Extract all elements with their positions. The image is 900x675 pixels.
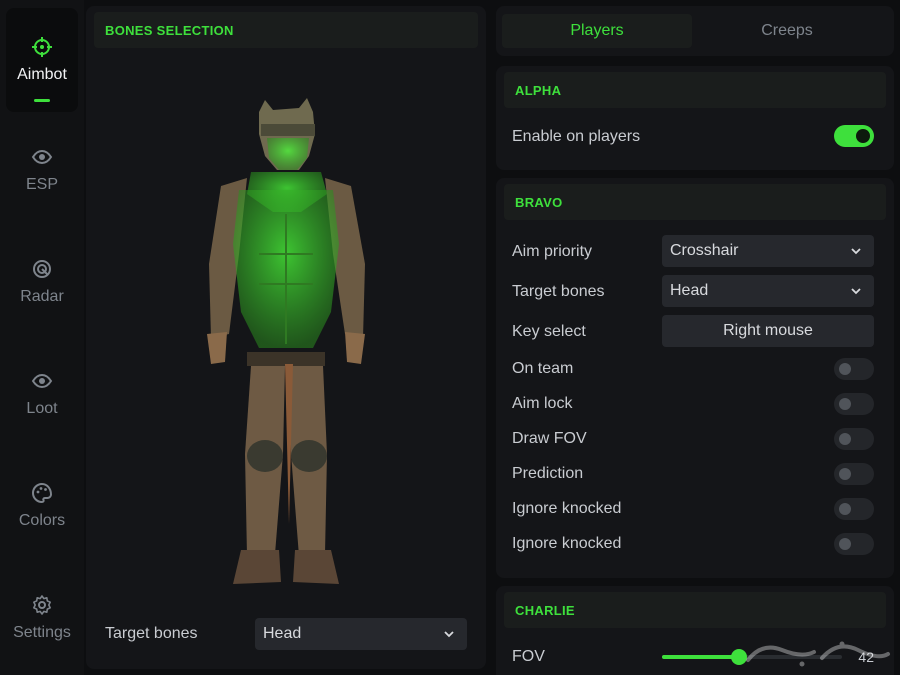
sidebar: Aimbot ESP Radar Loot Colors Settings (0, 0, 84, 675)
charlie-header: CHARLIE (504, 592, 886, 628)
toggle-knob (856, 129, 870, 143)
sidebar-item-label: Settings (13, 624, 71, 641)
character-model[interactable] (181, 94, 391, 594)
toggle-knob (839, 538, 851, 550)
toggle-knob (839, 433, 851, 445)
radar-icon (31, 258, 53, 280)
prediction-toggle[interactable] (834, 463, 874, 485)
aim-lock-toggle[interactable] (834, 393, 874, 415)
sidebar-item-loot[interactable]: Loot (6, 342, 78, 446)
bravo-header: BRAVO (504, 184, 886, 220)
tab-creeps[interactable]: Creeps (692, 14, 882, 48)
aim-priority-dropdown[interactable]: Crosshair (662, 235, 874, 267)
eye-icon (31, 146, 53, 168)
tab-players[interactable]: Players (502, 14, 692, 48)
sidebar-item-radar[interactable]: Radar (6, 230, 78, 334)
sidebar-item-label: ESP (25, 176, 58, 193)
active-indicator (34, 99, 50, 102)
eye-icon (31, 370, 53, 392)
aim-lock-label: Aim lock (512, 395, 573, 412)
target-bones-value: Head (670, 282, 709, 299)
ignore-knocked-toggle[interactable] (834, 498, 874, 520)
ignore-knocked-label: Ignore knocked (512, 500, 622, 517)
draw-fov-toggle[interactable] (834, 428, 874, 450)
draw-fov-label: Draw FOV (512, 430, 587, 447)
palette-icon (31, 482, 53, 504)
ignore-knocked-toggle[interactable] (834, 533, 874, 555)
toggle-knob (839, 503, 851, 515)
bravo-section: BRAVO Aim priority Crosshair Target bone… (496, 178, 894, 578)
key-select-label: Key select (512, 323, 586, 340)
target-bones-dropdown[interactable]: Head (255, 618, 467, 650)
prediction-label: Prediction (512, 465, 584, 482)
chevron-down-icon (851, 288, 861, 295)
chevron-down-icon (851, 248, 861, 255)
fov-label: FOV (512, 648, 545, 665)
target-bones-label: Target bones (105, 625, 198, 642)
toggle-knob (839, 398, 851, 410)
enable-on-players-label: Enable on players (512, 128, 641, 145)
ignore-knocked-label: Ignore knocked (512, 535, 622, 552)
watermark-logo (746, 641, 890, 667)
target-bones-label: Target bones (512, 283, 605, 300)
toggle-knob (839, 363, 851, 375)
sidebar-item-esp[interactable]: ESP (6, 118, 78, 222)
aim-priority-value: Crosshair (670, 242, 739, 259)
on-team-toggle[interactable] (834, 358, 874, 380)
bones-selection-panel: BONES SELECTION Target bones Head (86, 6, 486, 669)
sidebar-item-label: Colors (18, 512, 66, 529)
aim-priority-label: Aim priority (512, 243, 593, 260)
target-bones-value: Head (263, 625, 302, 642)
sidebar-item-label: Radar (20, 288, 64, 305)
toggle-knob (839, 468, 851, 480)
sidebar-item-settings[interactable]: Settings (6, 566, 78, 670)
gear-icon (31, 594, 53, 616)
key-select-button[interactable]: Right mouse (662, 315, 874, 347)
sidebar-item-label: Loot (26, 400, 58, 417)
alpha-header: ALPHA (504, 72, 886, 108)
sidebar-item-colors[interactable]: Colors (6, 454, 78, 558)
tab-bar: Players Creeps (496, 6, 894, 56)
alpha-section: ALPHA Enable on players (496, 66, 894, 170)
enable-on-players-toggle[interactable] (834, 125, 874, 147)
on-team-label: On team (512, 360, 574, 377)
target-bones-dropdown[interactable]: Head (662, 275, 874, 307)
sidebar-item-aimbot[interactable]: Aimbot (6, 8, 78, 112)
chevron-down-icon (444, 631, 454, 638)
crosshair-icon (31, 36, 53, 58)
bones-selection-header: BONES SELECTION (94, 12, 478, 48)
fov-slider-fill (662, 655, 740, 659)
sidebar-item-label: Aimbot (17, 66, 67, 83)
